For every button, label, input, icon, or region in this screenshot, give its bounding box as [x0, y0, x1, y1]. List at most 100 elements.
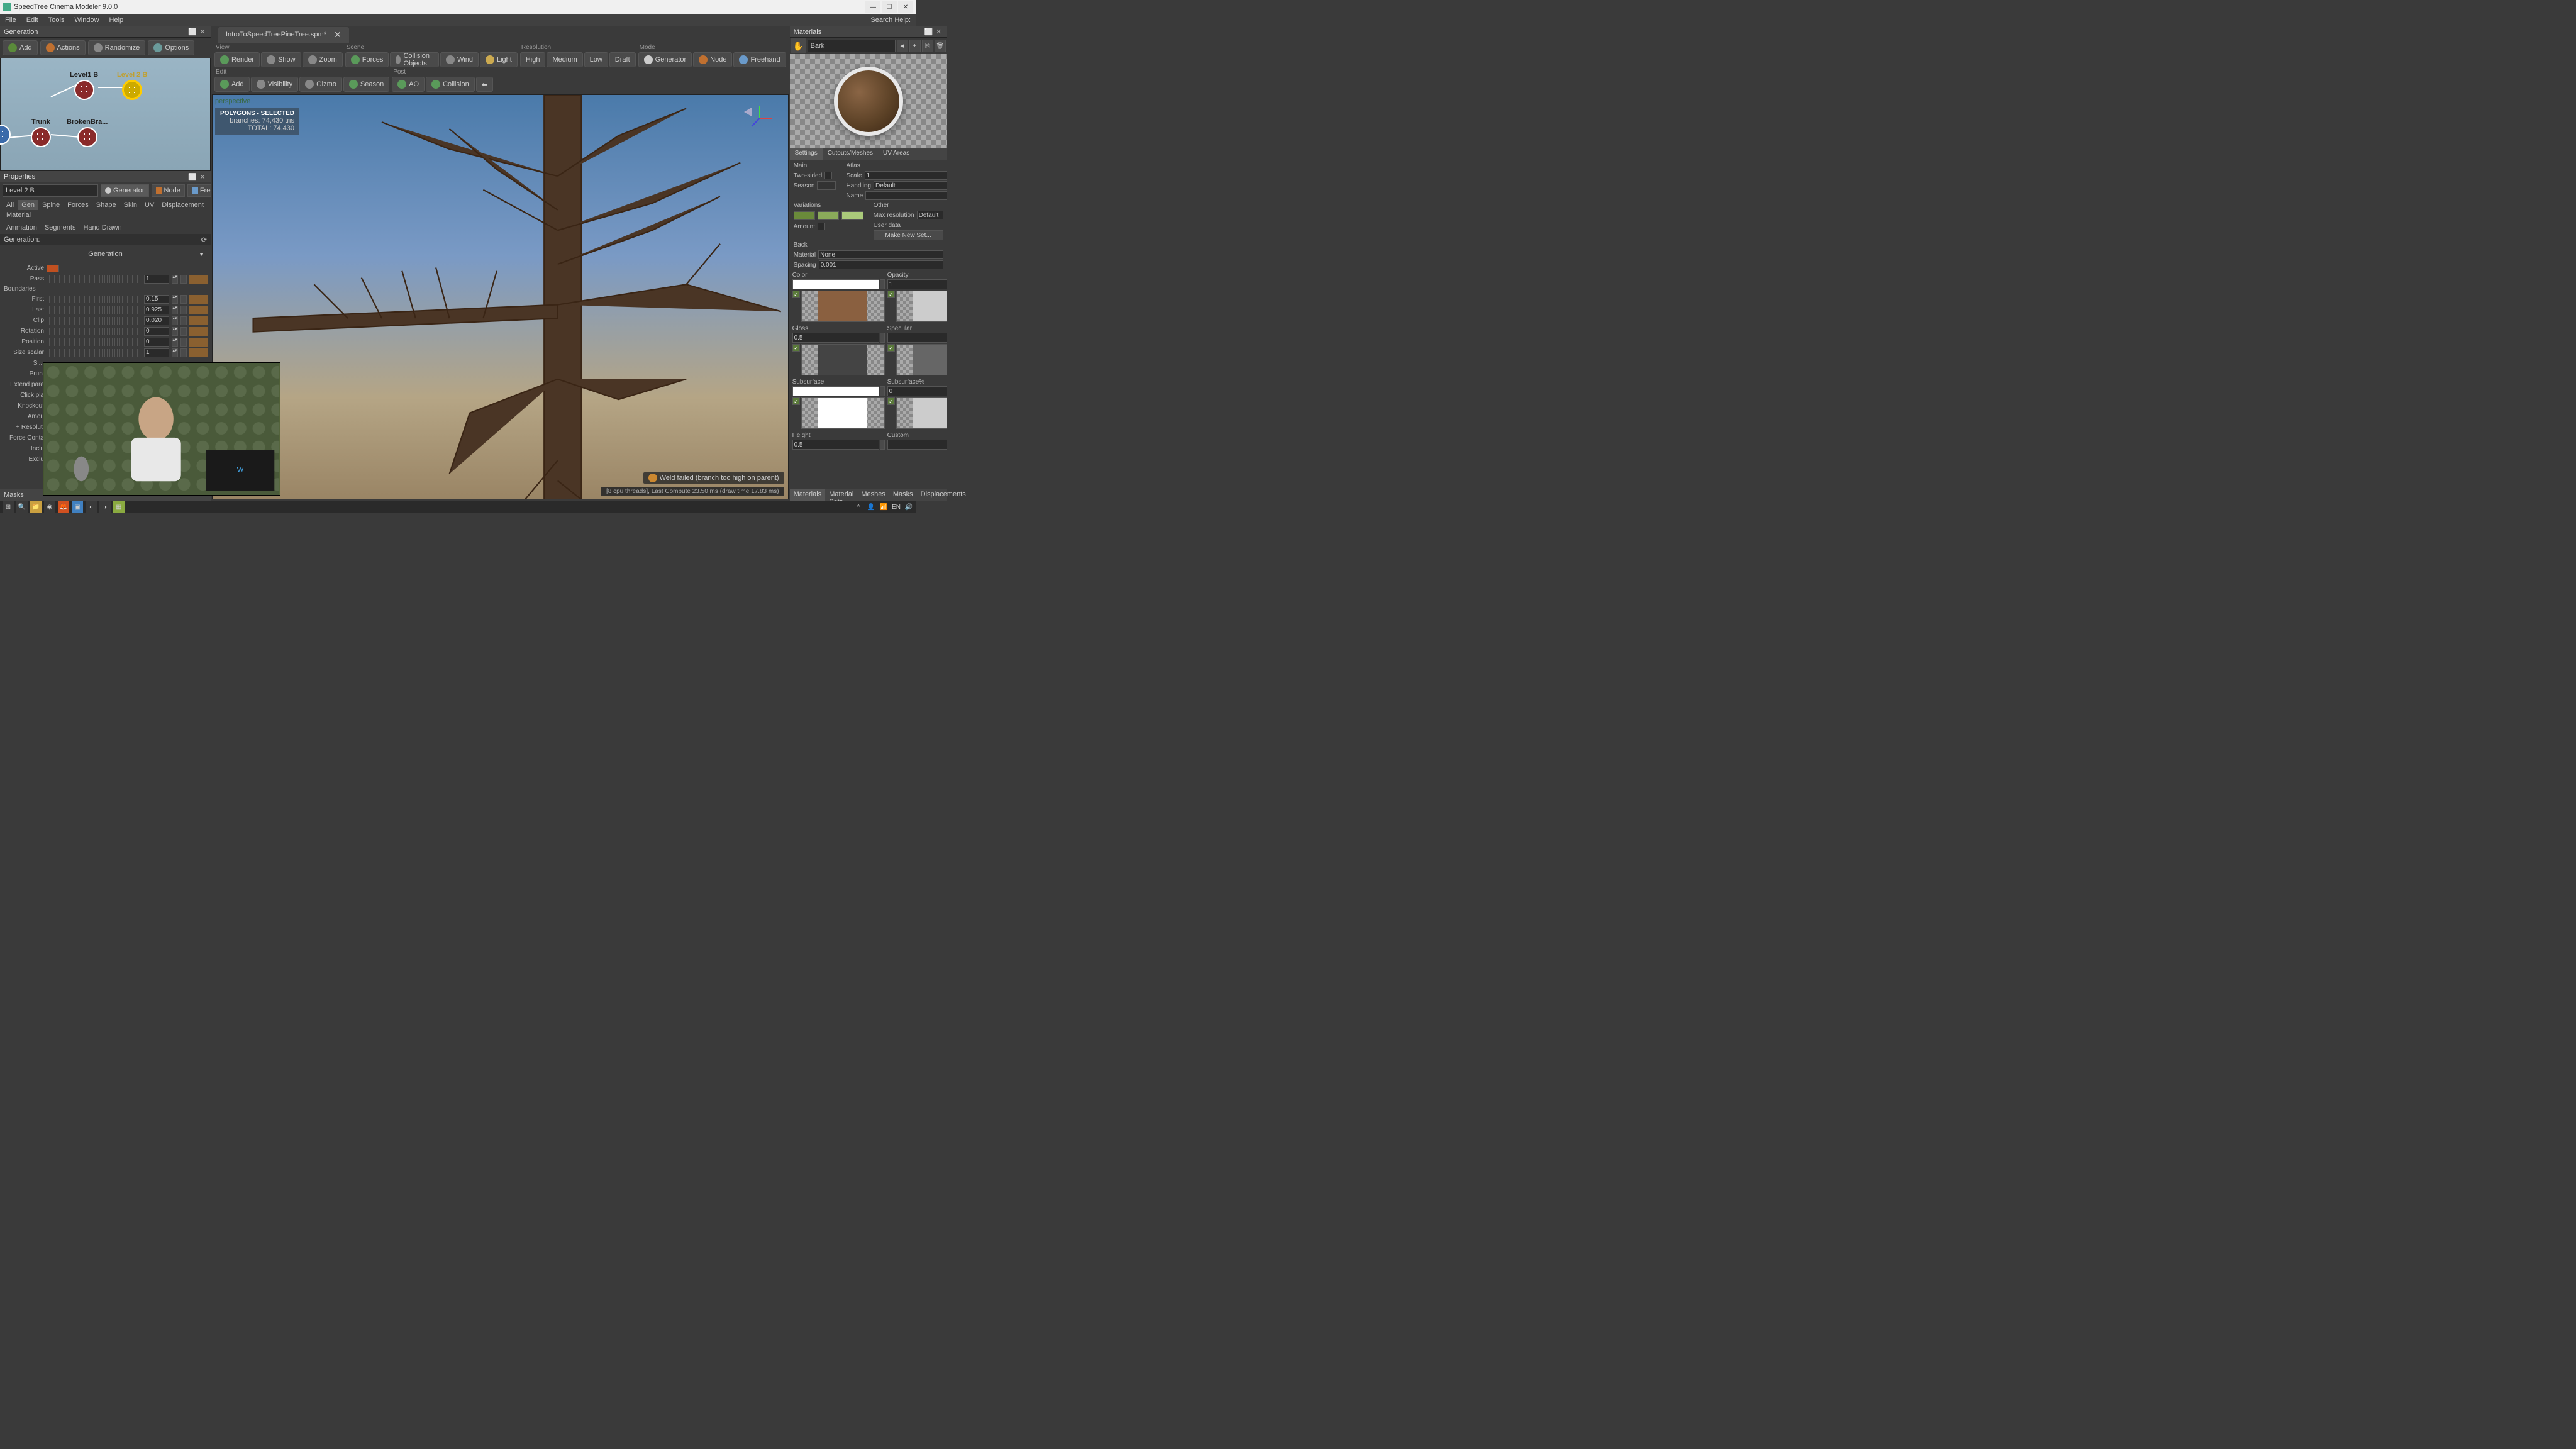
res-high-button[interactable]: High	[520, 52, 546, 67]
mat-close-icon[interactable]: ✕	[935, 28, 943, 36]
prop-curve[interactable]	[189, 327, 208, 336]
edit-add-button[interactable]: Add	[214, 77, 250, 92]
map-spinner[interactable]	[880, 333, 885, 343]
map-value-input[interactable]	[887, 279, 947, 289]
node-brokenbranch[interactable]: BrokenBra...	[67, 118, 108, 147]
atlas-name-input[interactable]	[865, 191, 947, 200]
mode-freehand-button[interactable]: Freehand	[187, 184, 211, 197]
footer-tab-disp[interactable]: Displacements	[917, 489, 970, 501]
node-trunk[interactable]: Trunk	[31, 118, 51, 147]
maximize-button[interactable]: ☐	[882, 1, 897, 13]
prop-value-input[interactable]	[144, 306, 169, 314]
footer-tab-masks[interactable]: Masks	[889, 489, 917, 501]
edit-season-button[interactable]: Season	[343, 77, 389, 92]
edit-gizmo-button[interactable]: Gizmo	[299, 77, 342, 92]
map-enable-check[interactable]: ✓	[792, 291, 800, 298]
prop-curve[interactable]	[189, 306, 208, 314]
prop-value-input[interactable]	[144, 338, 169, 347]
show-button[interactable]: Show	[261, 52, 301, 67]
hand-tool-icon[interactable]: ✋	[791, 38, 806, 53]
prop-spinner[interactable]: ▴▾	[172, 327, 178, 336]
menu-help[interactable]: Help	[109, 16, 124, 24]
map-spinner[interactable]	[880, 440, 885, 450]
map-enable-check[interactable]: ✓	[792, 344, 800, 352]
mat-copy-button[interactable]: ⎘	[922, 40, 933, 52]
search-button[interactable]: 🔍	[16, 501, 28, 513]
map-value-input[interactable]	[792, 440, 879, 450]
tab-gen[interactable]: Gen	[18, 200, 38, 210]
wind-button[interactable]: Wind	[440, 52, 479, 67]
map-value-input[interactable]	[792, 279, 879, 289]
generation-dropdown[interactable]: Generation	[3, 248, 208, 260]
forces-button[interactable]: Forces	[345, 52, 389, 67]
map-thumbnail[interactable]	[801, 397, 885, 429]
node-root[interactable]	[1, 125, 11, 145]
tray-volume-icon[interactable]: 🔊	[904, 502, 913, 511]
prop-spinner[interactable]: ▴▾	[172, 306, 178, 314]
generation-section-header[interactable]: Generation: ⟳	[0, 234, 211, 245]
prop-slider[interactable]	[47, 275, 142, 283]
panel-popout-icon[interactable]: ⬜	[188, 28, 197, 36]
active-color[interactable]	[47, 265, 59, 272]
prop-curve[interactable]	[189, 295, 208, 304]
map-spinner[interactable]	[880, 279, 885, 289]
map-enable-check[interactable]: ✓	[792, 397, 800, 405]
prop-slider[interactable]	[47, 306, 142, 314]
vmode-node-button[interactable]: Node	[693, 52, 732, 67]
prop-variance[interactable]	[180, 306, 187, 314]
props-popout-icon[interactable]: ⬜	[188, 172, 197, 181]
material-selector[interactable]: Bark	[808, 40, 896, 52]
make-new-set-button[interactable]: Make New Set...	[874, 230, 943, 240]
prop-variance[interactable]	[180, 327, 187, 336]
prop-variance[interactable]	[180, 316, 187, 325]
tray-lang-icon[interactable]: EN	[892, 502, 901, 511]
app2-button[interactable]: ◐	[86, 501, 97, 513]
firefox-button[interactable]: 🦊	[58, 501, 69, 513]
panel-close-icon[interactable]: ✕	[198, 28, 207, 36]
node-graph-canvas[interactable]: Level1 B Level 2 B Trunk BrokenBra...	[0, 58, 211, 171]
tab-displacement[interactable]: Displacement	[158, 200, 208, 210]
footer-tab-meshes[interactable]: Meshes	[857, 489, 889, 501]
tab-segments[interactable]: Segments	[41, 223, 80, 233]
minimize-button[interactable]: —	[865, 1, 880, 13]
prop-variance[interactable]	[180, 275, 187, 284]
start-button[interactable]: ⊞	[3, 501, 14, 513]
gen-add-button[interactable]: Add	[3, 40, 38, 55]
tab-all[interactable]: All	[3, 200, 18, 210]
material-preview[interactable]	[790, 54, 947, 148]
edit-collision-button[interactable]: Collision	[426, 77, 475, 92]
render-button[interactable]: Render	[214, 52, 260, 67]
prop-slider[interactable]	[47, 328, 142, 335]
menu-file[interactable]: File	[5, 16, 16, 24]
season-swatch[interactable]	[817, 181, 836, 190]
edit-ao-button[interactable]: AO	[392, 77, 425, 92]
mode-generator-button[interactable]: Generator	[101, 184, 149, 197]
map-thumbnail[interactable]	[896, 291, 947, 322]
close-button[interactable]: ✕	[898, 1, 913, 13]
menu-tools[interactable]: Tools	[48, 16, 65, 24]
prop-spinner[interactable]: ▴▾	[172, 316, 178, 325]
props-close-icon[interactable]: ✕	[198, 172, 207, 181]
prop-value-input[interactable]	[144, 295, 169, 304]
mat-tab-uvareas[interactable]: UV Areas	[878, 148, 914, 160]
gen-randomize-button[interactable]: Randomize	[88, 40, 146, 55]
prop-spinner[interactable]: ▴▾	[172, 338, 178, 347]
tray-network-icon[interactable]: 👤	[867, 502, 875, 511]
prop-spinner[interactable]: ▴▾	[172, 348, 178, 357]
document-close-icon[interactable]: ✕	[334, 30, 341, 40]
tab-uv[interactable]: UV	[141, 200, 158, 210]
vmode-freehand-button[interactable]: Freehand	[733, 52, 786, 67]
mat-tab-cutouts[interactable]: Cutouts/Meshes	[823, 148, 878, 160]
prop-variance[interactable]	[180, 295, 187, 304]
menu-edit[interactable]: Edit	[26, 16, 38, 24]
map-spinner[interactable]	[880, 386, 885, 396]
prop-variance[interactable]	[180, 338, 187, 347]
prop-curve[interactable]	[189, 348, 208, 357]
scale-input[interactable]	[865, 171, 947, 180]
map-value-input[interactable]	[887, 333, 947, 343]
res-medium-button[interactable]: Medium	[547, 52, 582, 67]
map-value-input[interactable]	[792, 333, 879, 343]
app1-button[interactable]: ▣	[72, 501, 83, 513]
node-level2b[interactable]: Level 2 B	[117, 71, 147, 100]
speedtree-taskbar[interactable]: ▦	[113, 501, 125, 513]
